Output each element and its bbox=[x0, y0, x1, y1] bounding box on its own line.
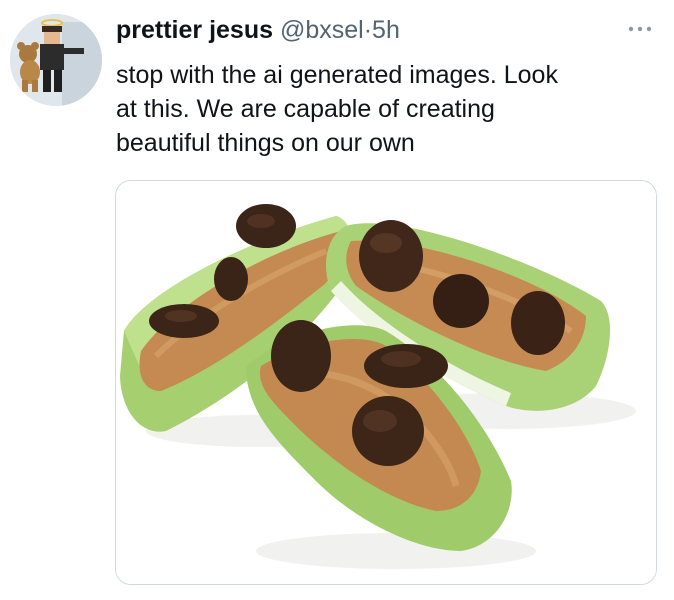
tweet-media[interactable] bbox=[115, 180, 657, 585]
more-options-icon bbox=[628, 26, 652, 32]
timestamp[interactable]: 5h bbox=[372, 16, 400, 44]
avatar-figure-icon bbox=[10, 14, 102, 106]
avatar[interactable] bbox=[10, 14, 102, 106]
tweet-text: stop with the ai generated images. Look … bbox=[116, 58, 656, 160]
celery-peanut-butter-raisins-photo bbox=[116, 181, 656, 584]
display-name[interactable]: prettier jesus bbox=[116, 16, 273, 44]
tweet-text-line: beautiful things on our own bbox=[116, 129, 415, 157]
tweet-text-line: at this. We are capable of creating bbox=[116, 95, 495, 123]
tweet-text-line: stop with the ai generated images. Look bbox=[116, 61, 558, 89]
separator-dot: · bbox=[363, 16, 373, 44]
tweet-header: prettier jesus @bxsel·5h bbox=[116, 14, 400, 46]
more-options-button[interactable] bbox=[623, 18, 657, 40]
user-handle[interactable]: @bxsel bbox=[280, 16, 364, 44]
